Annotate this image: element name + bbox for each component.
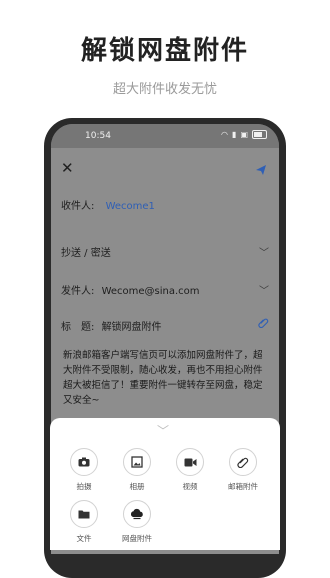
- status-icons: ◠ ▮ ▣: [221, 130, 267, 139]
- attach-album-button[interactable]: 相册: [112, 448, 162, 492]
- cc-label: 抄送 / 密送: [61, 248, 111, 259]
- sheet-handle-icon[interactable]: ﹀: [157, 422, 169, 439]
- video-icon: [176, 448, 204, 476]
- to-value[interactable]: Wecome1: [106, 201, 155, 212]
- status-time: 10:54: [85, 131, 111, 141]
- attach-camera-button[interactable]: 拍摄: [59, 448, 109, 492]
- status-bar: 10:54 ◠ ▮ ▣: [51, 124, 279, 148]
- paperclip-icon: [229, 448, 257, 476]
- folder-icon: [70, 500, 98, 528]
- attach-label: 相册: [129, 482, 145, 491]
- attachment-sheet: ﹀ 拍摄 相册 视频 邮箱附件 文件 网盘附件: [50, 418, 280, 550]
- sim-icon: ▣: [240, 130, 248, 139]
- to-row[interactable]: 收件人: Wecome1: [61, 197, 269, 212]
- attachment-clip-icon[interactable]: [258, 317, 269, 331]
- attach-video-button[interactable]: 视频: [165, 448, 215, 492]
- subject-label: 标 题:: [61, 322, 95, 333]
- attach-label: 拍摄: [76, 482, 92, 491]
- subject-row[interactable]: 标 题: 解锁网盘附件: [61, 318, 269, 333]
- from-row[interactable]: 发件人: Wecome@sina.com ﹀: [61, 282, 269, 297]
- attach-label: 邮箱附件: [228, 482, 258, 491]
- signal-icon: ▮: [232, 130, 237, 139]
- from-value[interactable]: Wecome@sina.com: [102, 286, 200, 297]
- wifi-icon: ◠: [221, 130, 229, 139]
- chevron-down-icon[interactable]: ﹀: [259, 244, 269, 259]
- promo-subline: 超大附件收发无忧: [112, 82, 217, 97]
- camera-icon: [70, 448, 98, 476]
- send-icon[interactable]: [255, 161, 267, 180]
- from-label: 发件人:: [61, 286, 95, 297]
- mail-body[interactable]: 新浪邮箱客户端写信页可以添加网盘附件了，超大附件不受限制，随心收发，再也不用担心…: [63, 348, 269, 408]
- chevron-down-icon[interactable]: ﹀: [259, 282, 269, 297]
- attach-mail-attachment-button[interactable]: 邮箱附件: [218, 448, 268, 492]
- attach-label: 视频: [182, 482, 198, 491]
- subject-value[interactable]: 解锁网盘附件: [102, 322, 162, 333]
- close-icon[interactable]: ✕: [61, 159, 74, 177]
- cloud-drive-icon: [123, 500, 151, 528]
- attach-file-button[interactable]: 文件: [59, 500, 109, 544]
- attach-label: 网盘附件: [122, 534, 152, 543]
- attach-label: 文件: [76, 534, 92, 543]
- promo-headline: 解锁网盘附件: [80, 36, 249, 66]
- attach-cloud-drive-button[interactable]: 网盘附件: [112, 500, 162, 544]
- cc-bcc-row[interactable]: 抄送 / 密送 ﹀: [61, 244, 269, 259]
- battery-icon: [252, 130, 267, 139]
- to-label: 收件人:: [61, 201, 95, 212]
- photo-album-icon: [123, 448, 151, 476]
